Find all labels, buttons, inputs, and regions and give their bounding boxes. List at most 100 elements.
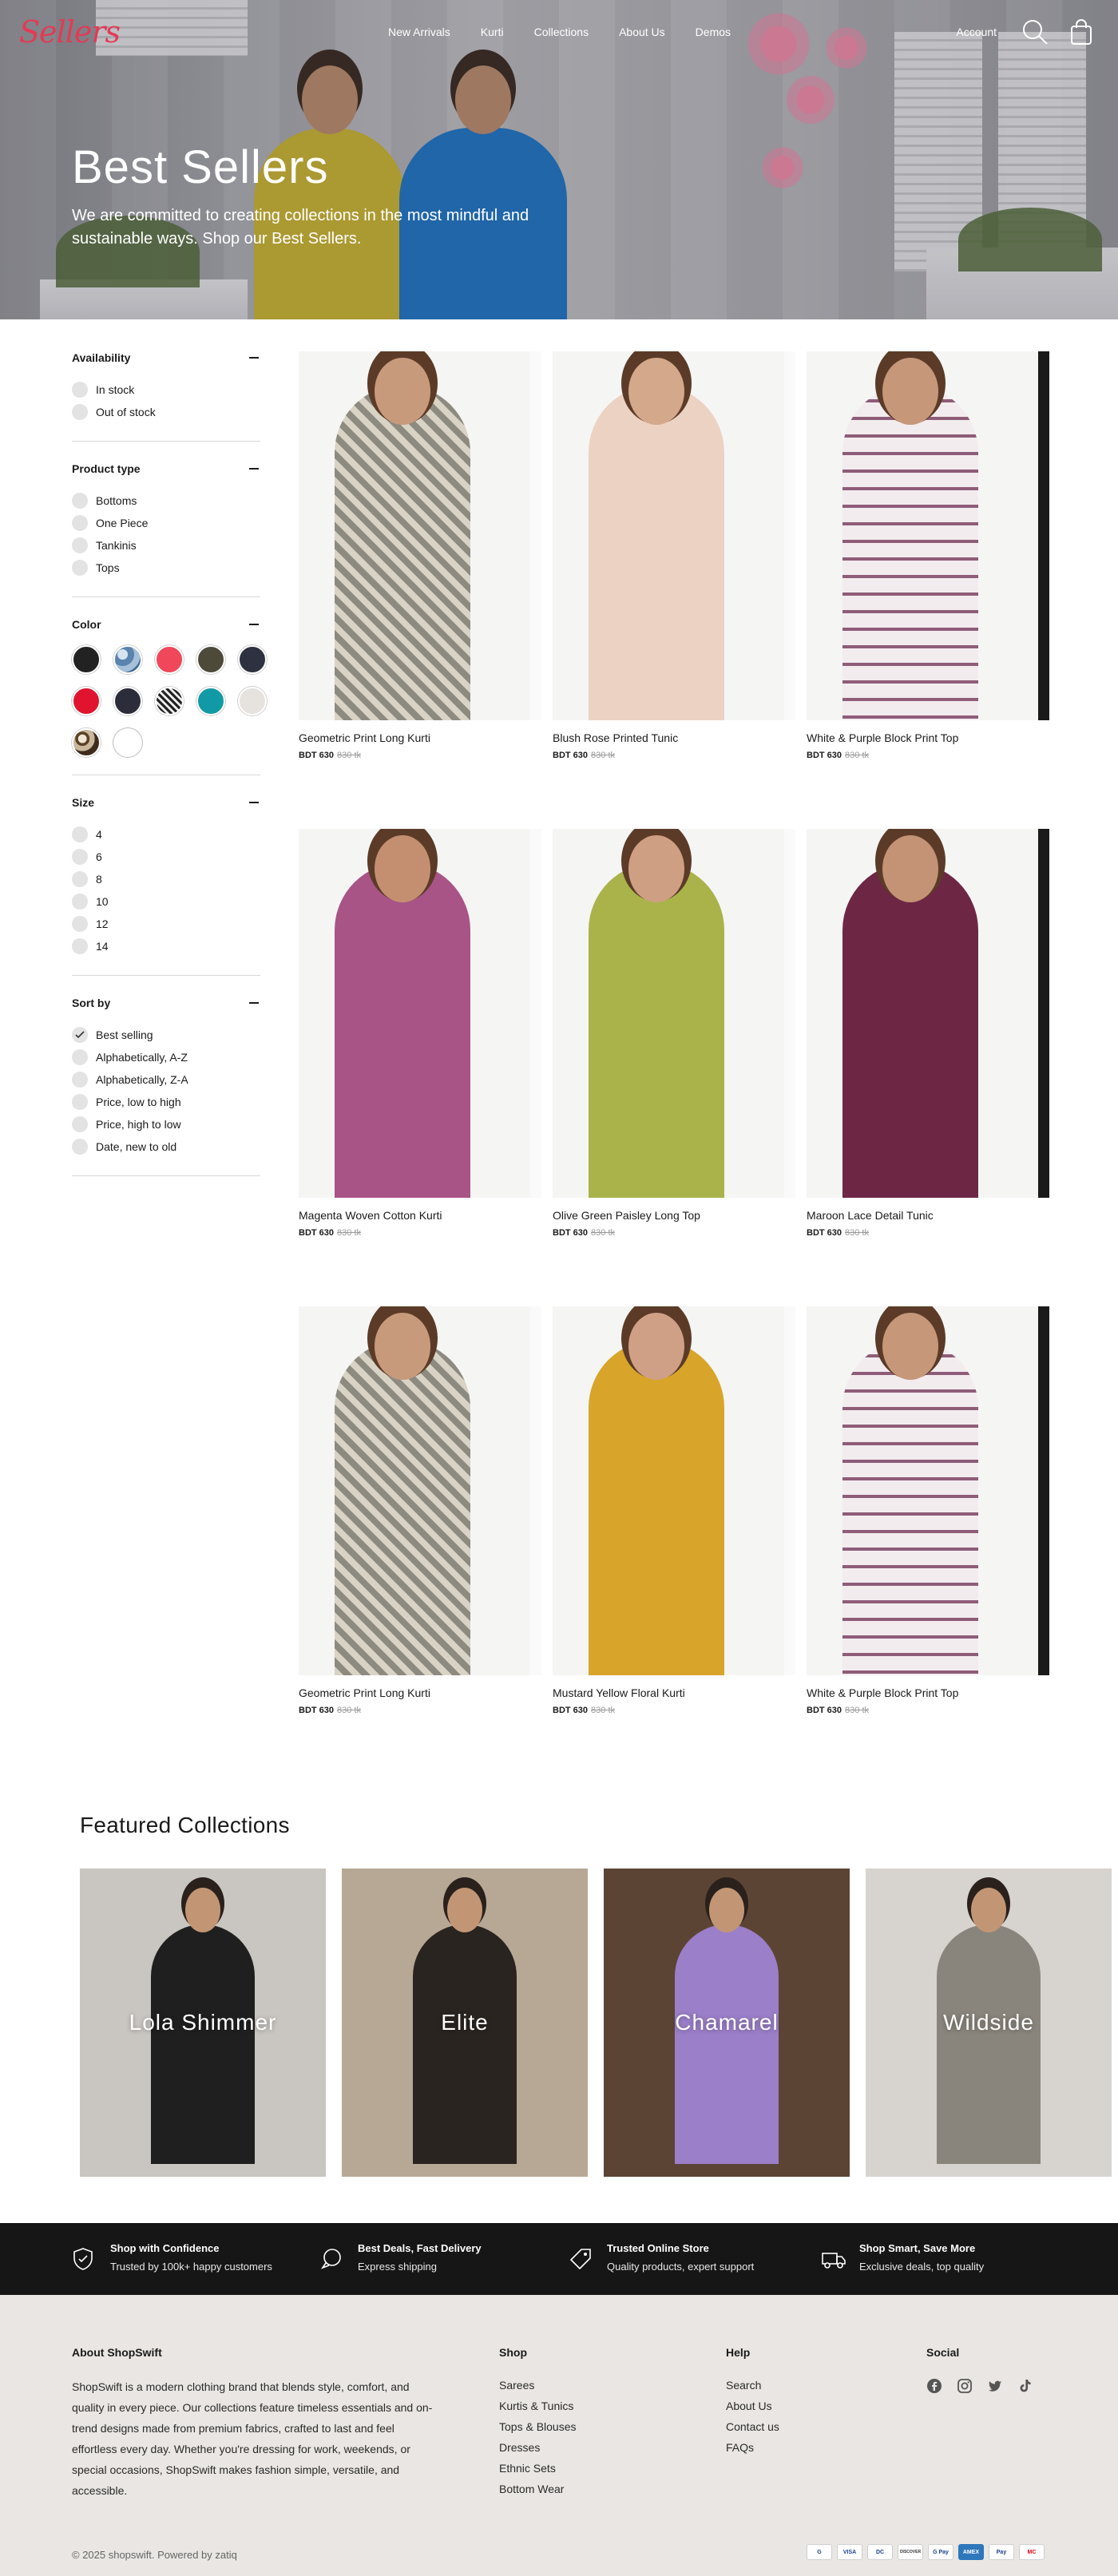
collapse-icon[interactable] — [249, 624, 259, 625]
collection-card[interactable]: Chamarel — [604, 1869, 850, 2177]
product-name[interactable]: Magenta Woven Cotton Kurti — [299, 1209, 541, 1222]
color-swatch[interactable] — [196, 687, 225, 715]
collapse-icon[interactable] — [249, 357, 259, 359]
check-icon[interactable] — [72, 1027, 88, 1043]
product-card[interactable]: Geometric Print Long Kurti BDT 630 830 tk — [299, 351, 541, 760]
color-swatch[interactable] — [196, 645, 225, 674]
nav-new-arrivals[interactable]: New Arrivals — [388, 26, 450, 38]
product-name[interactable]: Geometric Print Long Kurti — [299, 1686, 541, 1699]
filter-option[interactable]: 6 — [72, 846, 260, 868]
filter-option[interactable]: Tankinis — [72, 534, 260, 557]
facebook-icon[interactable] — [926, 2378, 942, 2396]
product-image[interactable] — [807, 1306, 1049, 1675]
product-card[interactable]: White & Purple Block Print Top BDT 630 830… — [807, 351, 1049, 760]
radio-icon[interactable] — [72, 1094, 88, 1110]
filter-option[interactable]: One Piece — [72, 512, 260, 534]
facet-header[interactable]: Availability — [72, 351, 260, 364]
nav-demos[interactable]: Demos — [696, 26, 731, 38]
radio-icon[interactable] — [72, 493, 88, 509]
product-image[interactable] — [553, 1306, 795, 1675]
color-swatch[interactable] — [113, 645, 142, 674]
color-swatch[interactable] — [72, 645, 101, 674]
radio-icon[interactable] — [72, 382, 88, 398]
sort-option[interactable]: Alphabetically, Z-A — [72, 1068, 260, 1091]
site-logo[interactable]: Sellers — [19, 14, 121, 50]
radio-icon[interactable] — [72, 938, 88, 954]
product-name[interactable]: Geometric Print Long Kurti — [299, 731, 541, 744]
radio-icon[interactable] — [72, 1139, 88, 1155]
radio-icon[interactable] — [72, 871, 88, 887]
color-swatch[interactable] — [72, 687, 101, 715]
filter-option[interactable]: Out of stock — [72, 401, 260, 423]
product-image[interactable] — [299, 351, 541, 720]
collection-card[interactable]: Lola Shimmer — [80, 1869, 326, 2177]
collapse-icon[interactable] — [249, 468, 259, 470]
footer-link[interactable]: Dresses — [499, 2437, 577, 2458]
radio-icon[interactable] — [72, 560, 88, 576]
color-swatch[interactable] — [113, 687, 142, 715]
product-name[interactable]: Blush Rose Printed Tunic — [553, 731, 795, 744]
radio-icon[interactable] — [72, 1072, 88, 1088]
account-link[interactable]: Account — [956, 26, 997, 38]
nav-collections[interactable]: Collections — [534, 26, 589, 38]
sort-option-selected[interactable]: Best selling — [72, 1024, 260, 1046]
sort-option[interactable]: Alphabetically, A-Z — [72, 1046, 260, 1068]
radio-icon[interactable] — [72, 1049, 88, 1065]
sort-option[interactable]: Price, high to low — [72, 1113, 260, 1135]
facet-header[interactable]: Size — [72, 796, 260, 809]
product-image[interactable] — [807, 829, 1049, 1198]
collapse-icon[interactable] — [249, 1002, 259, 1004]
radio-icon[interactable] — [72, 1116, 88, 1132]
search-icon[interactable] — [1021, 18, 1049, 46]
collection-label[interactable]: Wildside — [943, 2010, 1034, 2035]
footer-link[interactable]: Search — [726, 2375, 779, 2396]
collection-label[interactable]: Elite — [441, 2010, 488, 2035]
product-card[interactable]: Olive Green Paisley Long Top BDT 630 830 t… — [553, 829, 795, 1238]
product-name[interactable]: White & Purple Block Print Top — [807, 731, 1049, 744]
filter-option[interactable]: In stock — [72, 378, 260, 401]
filter-option[interactable]: 12 — [72, 913, 260, 935]
product-card[interactable]: Maroon Lace Detail Tunic BDT 630 830 tk — [807, 829, 1049, 1238]
filter-option[interactable]: 14 — [72, 935, 260, 957]
color-swatch[interactable] — [155, 645, 184, 674]
color-swatch[interactable] — [113, 728, 142, 757]
filter-option[interactable]: 10 — [72, 890, 260, 913]
footer-link[interactable]: Tops & Blouses — [499, 2416, 577, 2437]
color-swatch[interactable] — [72, 728, 101, 757]
collection-label[interactable]: Lola Shimmer — [129, 2010, 277, 2035]
product-image[interactable] — [553, 829, 795, 1198]
product-image[interactable] — [553, 351, 795, 720]
product-image[interactable] — [299, 829, 541, 1198]
footer-link[interactable]: Contact us — [726, 2416, 779, 2437]
collapse-icon[interactable] — [249, 802, 259, 803]
product-name[interactable]: Mustard Yellow Floral Kurti — [553, 1686, 795, 1699]
footer-link[interactable]: Kurtis & Tunics — [499, 2396, 577, 2416]
footer-link[interactable]: Sarees — [499, 2375, 577, 2396]
facet-header[interactable]: Product type — [72, 462, 260, 475]
radio-icon[interactable] — [72, 894, 88, 910]
radio-icon[interactable] — [72, 916, 88, 932]
filter-option[interactable]: 8 — [72, 868, 260, 890]
radio-icon[interactable] — [72, 537, 88, 553]
product-card[interactable]: Geometric Print Long Kurti BDT 630 830 tk — [299, 1306, 541, 1715]
radio-icon[interactable] — [72, 826, 88, 842]
collection-card[interactable]: Elite — [342, 1869, 588, 2177]
footer-link[interactable]: Ethnic Sets — [499, 2458, 577, 2479]
color-swatch[interactable] — [238, 645, 267, 674]
radio-icon[interactable] — [72, 849, 88, 865]
product-card[interactable]: White & Purple Block Print Top BDT 630 830… — [807, 1306, 1049, 1715]
footer-link[interactable]: FAQs — [726, 2437, 779, 2458]
product-card[interactable]: Magenta Woven Cotton Kurti BDT 630 830 tk — [299, 829, 541, 1238]
sort-option[interactable]: Price, low to high — [72, 1091, 260, 1113]
sort-option[interactable]: Date, new to old — [72, 1135, 260, 1158]
product-card[interactable]: Mustard Yellow Floral Kurti BDT 630 830 tk — [553, 1306, 795, 1715]
filter-option[interactable]: Bottoms — [72, 489, 260, 512]
nav-kurti[interactable]: Kurti — [481, 26, 504, 38]
footer-link[interactable]: Bottom Wear — [499, 2479, 577, 2499]
facet-header[interactable]: Color — [72, 618, 260, 631]
product-image[interactable] — [299, 1306, 541, 1675]
instagram-icon[interactable] — [957, 2378, 973, 2396]
tiktok-icon[interactable] — [1017, 2378, 1033, 2396]
product-name[interactable]: Maroon Lace Detail Tunic — [807, 1209, 1049, 1222]
product-image[interactable] — [807, 351, 1049, 720]
